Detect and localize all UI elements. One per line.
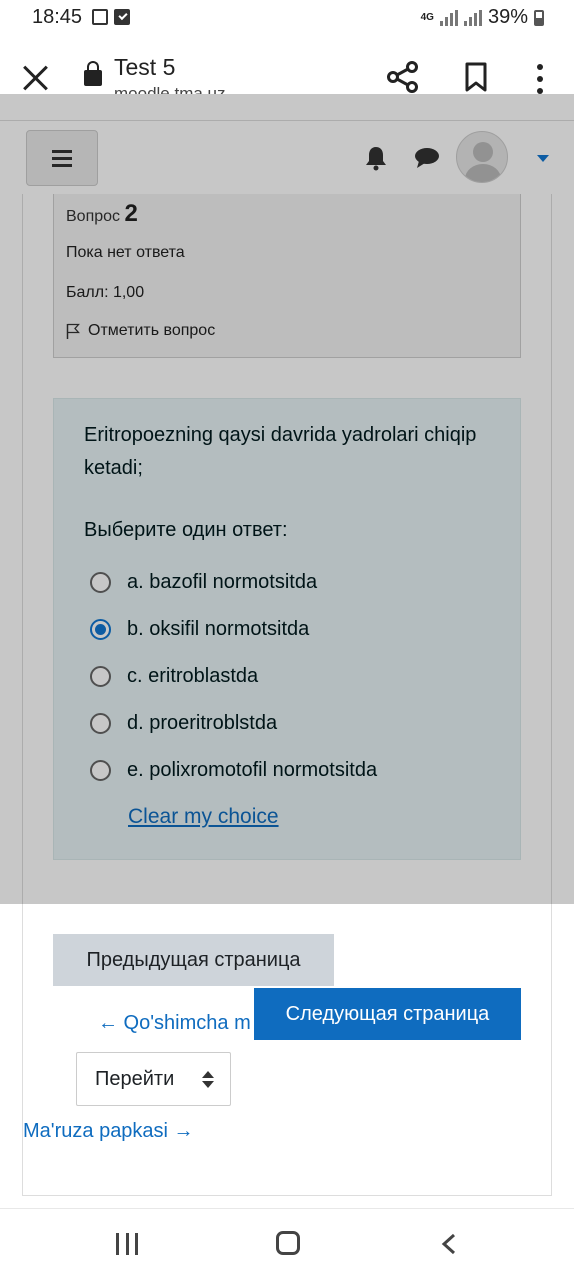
question-number-value: 2	[124, 200, 138, 227]
signal-icon	[439, 9, 458, 26]
answer-list: a. bazofil normotsitda b. oksifil normot…	[90, 559, 377, 794]
answer-prompt: Выберите один ответ:	[84, 519, 288, 541]
check-notification-icon	[114, 9, 130, 25]
answer-option-c[interactable]: c. eritroblastda	[90, 653, 377, 700]
jump-to-label: Перейти	[95, 1067, 175, 1090]
answer-radio-c[interactable]	[90, 666, 111, 687]
close-icon[interactable]	[22, 64, 50, 92]
chat-icon[interactable]	[414, 147, 440, 169]
jump-to-select[interactable]: Перейти	[76, 1052, 231, 1106]
answer-option-b[interactable]: b. oksifil normotsitda	[90, 606, 377, 653]
answer-label-b: b. oksifil normotsitda	[127, 618, 310, 640]
answer-radio-e[interactable]	[90, 760, 111, 781]
answer-radio-a[interactable]	[90, 572, 111, 593]
question-number: Вопрос 2	[66, 200, 138, 228]
answer-option-d[interactable]: d. proeritroblstda	[90, 700, 377, 747]
next-activity-link[interactable]: Ma'ruza papkasi →	[23, 1120, 194, 1143]
chevron-down-icon[interactable]	[537, 155, 549, 162]
home-icon[interactable]	[276, 1231, 300, 1255]
status-bar: 18:45 4G 39%	[0, 0, 574, 36]
answer-radio-d[interactable]	[90, 713, 111, 734]
answer-label-d: d. proeritroblstda	[127, 712, 278, 734]
question-info: Вопрос 2 Пока нет ответа Балл: 1,00 Отме…	[53, 194, 521, 358]
previous-page-button[interactable]: Предыдущая страница	[53, 934, 334, 986]
bookmark-icon[interactable]	[464, 62, 488, 92]
gallery-notification-icon	[92, 9, 108, 25]
flag-icon	[66, 323, 80, 339]
question-text: Eritropoezning qaysi davrida yadrolari c…	[84, 424, 477, 479]
network-type: 4G	[420, 11, 434, 23]
page-title: Test 5	[114, 54, 176, 80]
recent-apps-icon[interactable]	[116, 1233, 138, 1255]
answer-label-e: e. polixromotofil normotsitda	[127, 759, 378, 781]
bell-icon[interactable]	[364, 145, 388, 171]
menu-icon[interactable]	[26, 130, 98, 186]
avatar[interactable]	[456, 131, 508, 183]
status-time: 18:45	[32, 6, 83, 28]
back-icon[interactable]	[440, 1233, 458, 1255]
question-mark: Балл: 1,00	[66, 284, 145, 301]
question-state: Пока нет ответа	[66, 244, 185, 261]
answer-radio-b[interactable]	[90, 619, 111, 640]
site-header	[0, 120, 574, 194]
previous-activity-link[interactable]: ← Qo'shimcha m	[98, 1012, 251, 1035]
more-options-icon[interactable]	[532, 64, 548, 94]
question-label: Вопрос	[66, 208, 121, 225]
system-nav-bar	[0, 1208, 574, 1280]
answer-label-a: a. bazofil normotsitda	[127, 571, 318, 593]
signal-icon-2	[463, 9, 482, 26]
battery-icon	[534, 9, 544, 26]
flag-question-label: Отметить вопрос	[88, 322, 216, 339]
next-page-button[interactable]: Следующая страница	[254, 988, 521, 1040]
clear-choice-link[interactable]: Clear my choice	[128, 805, 279, 829]
flag-question-button[interactable]: Отметить вопрос	[66, 322, 215, 340]
answer-option-a[interactable]: a. bazofil normotsitda	[90, 559, 377, 606]
question-content: Eritropoezning qaysi davrida yadrolari c…	[53, 398, 521, 860]
share-icon[interactable]	[386, 60, 420, 94]
battery-percent: 39%	[487, 6, 528, 28]
answer-option-e[interactable]: e. polixromotofil normotsitda	[90, 747, 377, 794]
lock-icon	[84, 61, 102, 86]
select-caret-icon	[202, 1071, 214, 1089]
answer-label-c: c. eritroblastda	[127, 665, 259, 687]
